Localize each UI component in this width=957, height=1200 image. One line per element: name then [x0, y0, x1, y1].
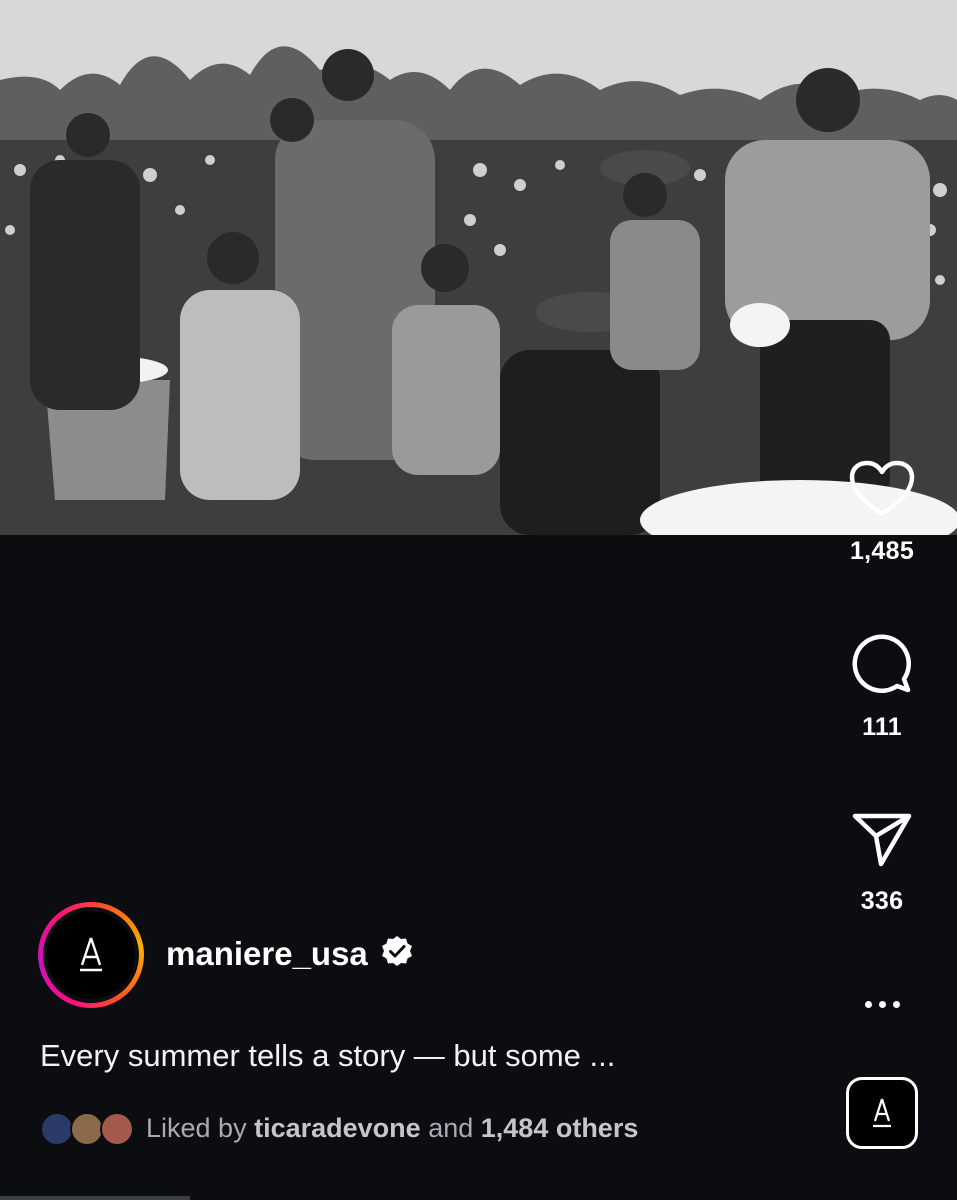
heart-icon[interactable] — [849, 460, 915, 523]
shares-count[interactable]: 336 — [861, 887, 904, 916]
paper-plane-icon[interactable] — [851, 812, 913, 873]
brand-logo-icon — [80, 937, 102, 972]
share-action[interactable]: 336 — [826, 812, 938, 916]
liker-avatar — [70, 1112, 104, 1146]
avatar[interactable] — [47, 911, 135, 999]
post-image[interactable] — [0, 0, 957, 535]
audio-thumbnail-icon[interactable] — [846, 1077, 918, 1149]
liked-by-others[interactable]: 1,484 others — [481, 1113, 639, 1143]
liked-by-avatars — [40, 1108, 136, 1148]
liked-by-middle: and — [428, 1112, 474, 1143]
dot — [878, 1000, 886, 1008]
avatar-gap — [43, 907, 139, 1003]
post-caption[interactable]: Every summer tells a story — but some ..… — [40, 1038, 615, 1074]
likes-count[interactable]: 1,485 — [850, 537, 914, 566]
username[interactable]: maniere_usa — [166, 935, 368, 973]
comment-action[interactable]: 111 — [826, 632, 938, 742]
liked-by-row[interactable]: Liked by ticaradevone and 1,484 others — [40, 1108, 638, 1148]
account-row[interactable]: maniere_usa — [166, 934, 414, 973]
more-dots-icon[interactable] — [856, 986, 908, 1022]
liker-avatar — [40, 1112, 74, 1146]
dot — [864, 1000, 872, 1008]
liked-by-prefix: Liked by — [146, 1112, 247, 1143]
story-ring[interactable] — [38, 902, 144, 1008]
brand-logo-icon — [873, 1098, 891, 1128]
like-action[interactable]: 1,485 — [826, 460, 938, 566]
comment-bubble-icon[interactable] — [852, 632, 912, 699]
liked-by-text: Liked by ticaradevone and 1,484 others — [146, 1113, 638, 1144]
verified-badge-icon — [380, 934, 414, 973]
comments-count[interactable]: 111 — [862, 713, 902, 742]
dot — [892, 1000, 900, 1008]
post-photo-illustration — [0, 0, 957, 535]
liked-by-user[interactable]: ticaradevone — [254, 1113, 421, 1143]
liker-avatar — [100, 1112, 134, 1146]
scroll-indicator — [0, 1196, 190, 1200]
